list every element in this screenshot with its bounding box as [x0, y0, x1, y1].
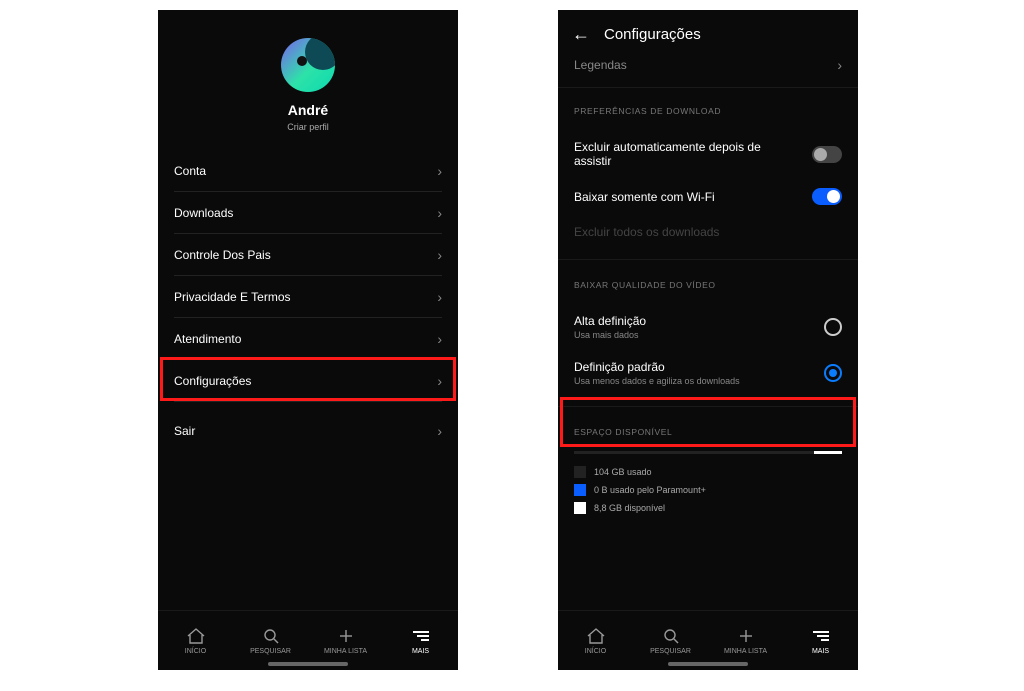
phone-left: André Criar perfil Conta › Downloads › C…: [158, 10, 458, 670]
menu-label: Configurações: [174, 374, 251, 388]
section-title: BAIXAR QUALIDADE DO VÍDEO: [574, 280, 842, 290]
section-title: ESPAÇO DISPONÍVEL: [574, 427, 842, 437]
home-indicator: [668, 662, 748, 666]
menu-label: Atendimento: [174, 332, 241, 346]
chevron-right-icon: ›: [437, 373, 442, 389]
quality-sub: Usa menos dados e agiliza os downloads: [574, 376, 740, 386]
menu-item-settings[interactable]: Configurações ›: [174, 360, 442, 402]
swatch-icon: [574, 484, 586, 496]
nav-label: MINHA LISTA: [724, 648, 767, 655]
nav-label: MINHA LISTA: [324, 648, 367, 655]
divider: [558, 259, 858, 260]
legend-label: 0 B usado pelo Paramount+: [594, 485, 706, 495]
plus-icon: [338, 627, 354, 645]
nav-label: PESQUISAR: [650, 648, 691, 655]
phone-right: Reprodução automática ← Configurações Le…: [558, 10, 858, 670]
back-arrow-icon[interactable]: ←: [572, 24, 590, 45]
legend-available: 8,8 GB disponível: [574, 502, 842, 514]
row-delete-all: Excluir todos os downloads: [574, 215, 842, 249]
menu-item-parental[interactable]: Controle Dos Pais ›: [174, 234, 442, 276]
nav-label: INÍCIO: [585, 648, 606, 655]
settings-header: ← Configurações: [558, 10, 858, 55]
menu-item-downloads[interactable]: Downloads ›: [174, 192, 442, 234]
menu-label: Sair: [174, 424, 195, 438]
more-icon: [413, 627, 429, 645]
legend-app: 0 B usado pelo Paramount+: [574, 484, 842, 496]
chevron-right-icon: ›: [837, 57, 842, 73]
row-sd[interactable]: Definição padrão Usa menos dados e agili…: [574, 350, 842, 396]
pref-label: Baixar somente com Wi-Fi: [574, 190, 715, 204]
menu-label: Downloads: [174, 206, 233, 220]
radio-sd[interactable]: [824, 364, 842, 382]
pref-label: Excluir automaticamente depois de assist…: [574, 140, 761, 168]
plus-icon: [738, 627, 754, 645]
menu-item-privacy[interactable]: Privacidade E Termos ›: [174, 276, 442, 318]
nav-label: PESQUISAR: [250, 648, 291, 655]
section-storage: ESPAÇO DISPONÍVEL 104 GB usado 0 B usado…: [558, 409, 858, 522]
legend-label: 8,8 GB disponível: [594, 503, 665, 513]
header-title: Configurações: [604, 26, 701, 43]
nav-home[interactable]: INÍCIO: [158, 611, 233, 670]
nav-more[interactable]: MAIS: [783, 611, 858, 670]
chevron-right-icon: ›: [437, 163, 442, 179]
menu-item-account[interactable]: Conta ›: [174, 150, 442, 192]
divider: [558, 406, 858, 407]
chevron-right-icon: ›: [437, 423, 442, 439]
profile-name: André: [288, 102, 328, 118]
nav-label: MAIS: [412, 648, 429, 655]
legend-used: 104 GB usado: [574, 466, 842, 478]
quality-sub: Usa mais dados: [574, 330, 646, 340]
menu-item-support[interactable]: Atendimento ›: [174, 318, 442, 360]
row-hd[interactable]: Alta definição Usa mais dados: [574, 304, 842, 350]
row-auto-delete[interactable]: Excluir automaticamente depois de assist…: [574, 130, 842, 178]
create-profile-link[interactable]: Criar perfil: [287, 122, 329, 132]
swatch-icon: [574, 502, 586, 514]
pref-label: Excluir todos os downloads: [574, 225, 719, 239]
more-icon: [813, 627, 829, 645]
nav-more[interactable]: MAIS: [383, 611, 458, 670]
bottom-nav: INÍCIO PESQUISAR MINHA LISTA MAIS: [558, 610, 858, 670]
row-wifi-only[interactable]: Baixar somente com Wi-Fi: [574, 178, 842, 215]
toggle-wifi-only[interactable]: [812, 188, 842, 205]
settings-menu: Conta › Downloads › Controle Dos Pais › …: [158, 150, 458, 610]
legend-label: 104 GB usado: [594, 467, 652, 477]
menu-label: Privacidade E Termos: [174, 290, 291, 304]
chevron-right-icon: ›: [437, 331, 442, 347]
menu-label: Conta: [174, 164, 206, 178]
radio-hd[interactable]: [824, 318, 842, 336]
legendas-label: Legendas: [574, 58, 627, 72]
home-icon: [187, 627, 205, 645]
menu-label: Controle Dos Pais: [174, 248, 271, 262]
search-icon: [663, 627, 679, 645]
toggle-auto-delete[interactable]: [812, 146, 842, 163]
quality-title: Definição padrão: [574, 360, 740, 374]
bottom-nav: INÍCIO PESQUISAR MINHA LISTA MAIS: [158, 610, 458, 670]
profile-section: André Criar perfil: [158, 10, 458, 150]
search-icon: [263, 627, 279, 645]
swatch-icon: [574, 466, 586, 478]
storage-available-segment: [814, 451, 842, 454]
section-download-prefs: PREFERÊNCIAS DE DOWNLOAD Excluir automat…: [558, 88, 858, 257]
quality-title: Alta definição: [574, 314, 646, 328]
nav-home[interactable]: INÍCIO: [558, 611, 633, 670]
chevron-right-icon: ›: [437, 289, 442, 305]
nav-label: MAIS: [812, 648, 829, 655]
storage-bar: [574, 451, 842, 454]
avatar[interactable]: [281, 38, 335, 92]
home-icon: [587, 627, 605, 645]
chevron-right-icon: ›: [437, 247, 442, 263]
chevron-right-icon: ›: [437, 205, 442, 221]
row-legendas[interactable]: Legendas ›: [558, 55, 858, 88]
section-video-quality: BAIXAR QUALIDADE DO VÍDEO Alta definição…: [558, 262, 858, 404]
home-indicator: [268, 662, 348, 666]
section-title: PREFERÊNCIAS DE DOWNLOAD: [574, 106, 842, 116]
nav-label: INÍCIO: [185, 648, 206, 655]
menu-item-logout[interactable]: Sair ›: [174, 410, 442, 452]
